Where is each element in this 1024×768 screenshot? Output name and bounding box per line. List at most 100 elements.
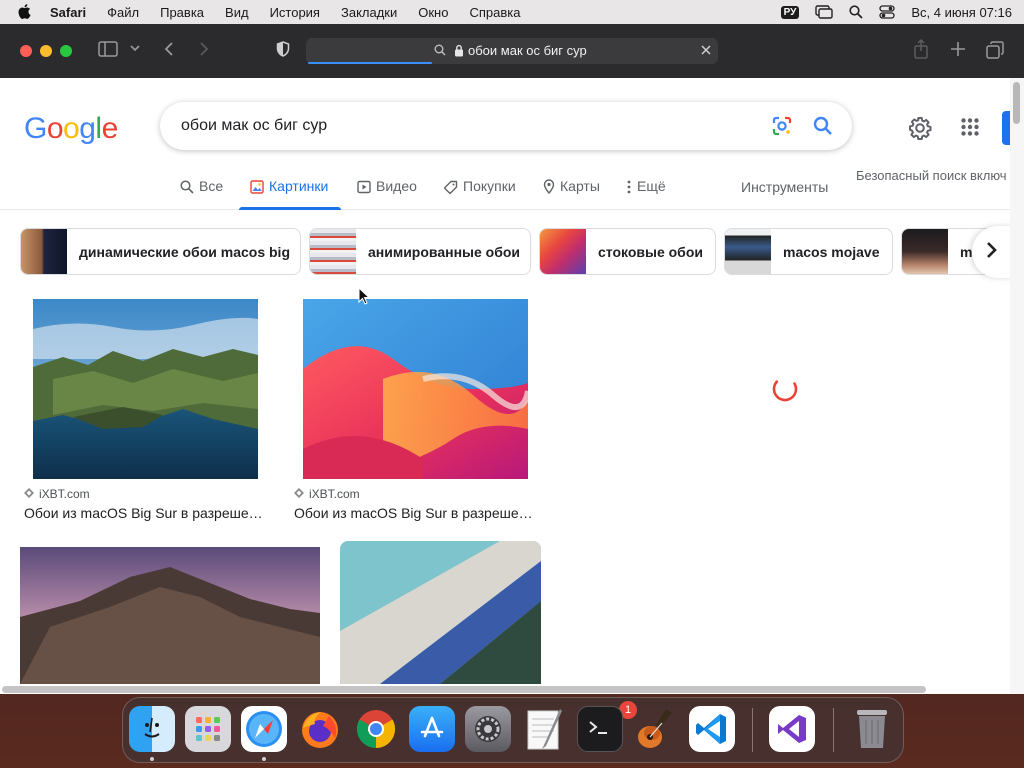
tab-images[interactable]: Картинки xyxy=(238,178,342,210)
vscode-icon[interactable] xyxy=(689,706,735,752)
menu-bookmarks[interactable]: Закладки xyxy=(341,5,397,20)
chip-label: macos mojave xyxy=(783,243,880,260)
share-icon[interactable] xyxy=(913,39,929,59)
google-logo[interactable]: Google xyxy=(24,112,118,146)
menu-app-name[interactable]: Safari xyxy=(50,5,86,20)
horizontal-scroll-thumb[interactable] xyxy=(2,686,926,693)
menubar-clock[interactable]: Вс, 4 июня 07:16 xyxy=(911,5,1012,20)
textedit-icon[interactable] xyxy=(521,706,567,752)
window-controls xyxy=(20,45,72,57)
search-submit-icon[interactable] xyxy=(812,115,834,142)
settings-gear-icon[interactable] xyxy=(908,116,932,145)
vertical-scrollbar[interactable] xyxy=(1010,78,1024,694)
more-vert-icon xyxy=(626,178,632,197)
new-tab-icon[interactable] xyxy=(950,41,966,57)
finder-icon[interactable] xyxy=(129,706,175,752)
garageband-icon[interactable] xyxy=(633,706,679,752)
address-bar[interactable]: обои мак ос биг сур xyxy=(306,38,718,64)
chip-thumbnail xyxy=(21,229,67,274)
chip-thumbnail xyxy=(310,229,356,274)
visual-studio-icon[interactable] xyxy=(769,706,815,752)
chip-label: стоковые обои xyxy=(598,243,703,260)
safari-window: обои мак ос биг сур Google обои мак ос б… xyxy=(0,24,1024,694)
control-center-icon[interactable] xyxy=(879,5,896,19)
tab-shopping-label: Покупки xyxy=(463,178,516,194)
tab-video-label: Видео xyxy=(376,178,417,194)
menu-edit[interactable]: Правка xyxy=(160,5,204,20)
menu-history[interactable]: История xyxy=(270,5,320,20)
result-image-catalina[interactable] xyxy=(33,299,258,479)
tab-shopping[interactable]: Покупки xyxy=(443,178,516,210)
tab-video[interactable]: Видео xyxy=(357,178,417,210)
tab-more-label: Ещё xyxy=(637,178,666,194)
google-images-page: Google обои мак ос биг сур Все Картинки … xyxy=(0,78,1010,694)
dock-separator xyxy=(752,708,753,752)
page-load-progress xyxy=(308,62,432,64)
result-title[interactable]: Обои из macOS Big Sur в разреше… xyxy=(294,505,533,521)
sidebar-toggle-icon[interactable] xyxy=(98,41,118,57)
result-title[interactable]: Обои из macOS Big Sur в разреше… xyxy=(24,505,263,521)
chip-macos-mojave[interactable]: macos mojave xyxy=(724,228,893,275)
site-favicon-icon xyxy=(24,487,34,501)
chip-thumbnail xyxy=(540,229,586,274)
menu-view[interactable]: Вид xyxy=(225,5,249,20)
tools-button[interactable]: Инструменты xyxy=(741,179,828,195)
tag-icon xyxy=(443,178,458,198)
safari-icon[interactable] xyxy=(241,706,287,752)
site-favicon-icon xyxy=(294,487,304,501)
chevron-down-icon[interactable] xyxy=(130,44,140,52)
tab-more[interactable]: Ещё xyxy=(626,178,666,210)
running-indicator xyxy=(262,757,266,761)
chip-animated-wallpapers[interactable]: анимированные обои xyxy=(309,228,531,275)
terminal-icon[interactable] xyxy=(577,706,623,752)
minimize-window-button[interactable] xyxy=(40,45,52,57)
search-icon xyxy=(180,178,194,197)
result-source[interactable]: iXBT.com xyxy=(24,487,90,501)
forward-button-icon[interactable] xyxy=(198,41,210,57)
google-lens-icon[interactable] xyxy=(771,115,793,142)
chrome-icon[interactable] xyxy=(353,706,399,752)
launchpad-icon[interactable] xyxy=(185,706,231,752)
screen-mirroring-icon[interactable] xyxy=(815,5,834,19)
result-image-catalina-dusk[interactable] xyxy=(20,547,320,684)
result-source[interactable]: iXBT.com xyxy=(294,487,360,501)
dock-separator xyxy=(833,708,834,752)
close-window-button[interactable] xyxy=(20,45,32,57)
safesearch-status[interactable]: Безопасный поиск включ xyxy=(856,168,1007,183)
menu-window[interactable]: Окно xyxy=(418,5,448,20)
horizontal-scrollbar[interactable] xyxy=(0,684,1010,694)
privacy-shield-icon[interactable] xyxy=(276,41,290,57)
menu-bar: Safari Файл Правка Вид История Закладки … xyxy=(0,0,1024,24)
spotlight-icon[interactable] xyxy=(849,5,864,19)
tab-all[interactable]: Все xyxy=(180,178,223,210)
menu-help[interactable]: Справка xyxy=(469,5,520,20)
video-icon xyxy=(357,178,371,197)
sign-in-button[interactable] xyxy=(1002,111,1010,145)
result-image-big-sur[interactable] xyxy=(303,299,528,479)
back-button-icon[interactable] xyxy=(163,41,175,57)
result-source-name: iXBT.com xyxy=(39,487,90,501)
tab-all-label: Все xyxy=(199,178,224,194)
clear-address-icon[interactable] xyxy=(700,44,712,59)
address-text: обои мак ос биг сур xyxy=(468,43,587,58)
tab-overview-icon[interactable] xyxy=(986,41,1004,59)
safari-toolbar: обои мак ос биг сур xyxy=(0,24,1024,78)
firefox-icon[interactable] xyxy=(297,706,343,752)
chip-dynamic-wallpapers[interactable]: динамические обои macos big xyxy=(20,228,301,275)
apple-menu-icon[interactable] xyxy=(18,4,32,20)
app-store-icon[interactable] xyxy=(409,706,455,752)
google-apps-icon[interactable] xyxy=(961,118,979,141)
zoom-window-button[interactable] xyxy=(60,45,72,57)
search-box[interactable]: обои мак ос биг сур xyxy=(160,102,852,150)
menu-file[interactable]: Файл xyxy=(107,5,139,20)
input-source-indicator[interactable]: РУ xyxy=(780,5,800,19)
result-image-abstract-stripes[interactable] xyxy=(340,541,541,684)
system-settings-icon[interactable] xyxy=(465,706,511,752)
vertical-scroll-thumb[interactable] xyxy=(1013,82,1020,124)
tab-maps-label: Карты xyxy=(560,178,600,194)
chip-stock-wallpapers[interactable]: стоковые обои xyxy=(539,228,716,275)
trash-icon[interactable] xyxy=(849,706,895,752)
tab-maps[interactable]: Карты xyxy=(543,178,600,210)
lock-icon xyxy=(454,44,464,60)
search-input[interactable]: обои мак ос биг сур xyxy=(181,117,327,135)
